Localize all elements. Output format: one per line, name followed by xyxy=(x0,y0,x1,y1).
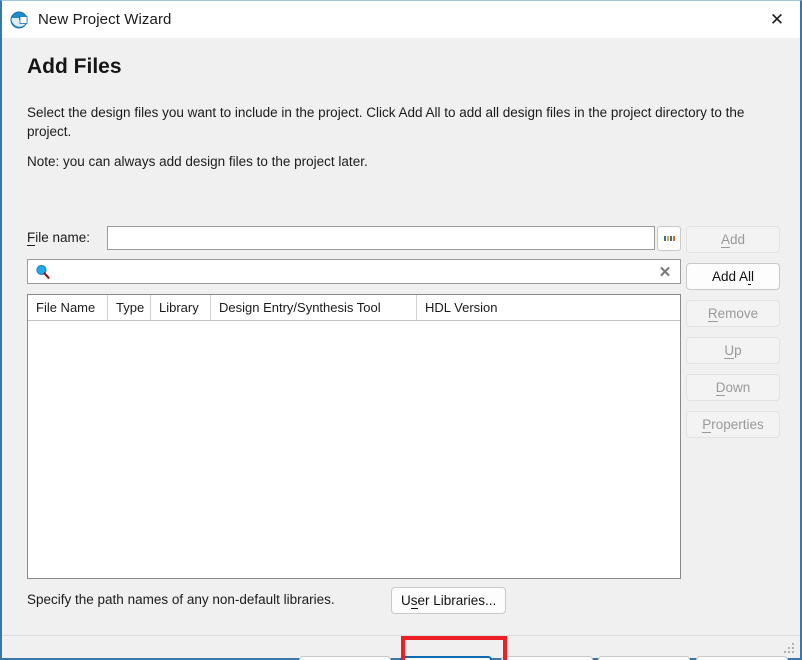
file-name-label-mnemonic: F xyxy=(27,230,36,246)
description-paragraph-1: Select the design files you want to incl… xyxy=(27,105,745,139)
back-button[interactable]: < Back xyxy=(299,656,391,660)
mnemonic-underline: D xyxy=(715,379,726,396)
up-button: Up xyxy=(686,337,780,364)
title-bar: New Project Wizard ✕ xyxy=(2,1,800,38)
new-project-wizard-window: New Project Wizard ✕ Add Files Select th… xyxy=(0,0,802,660)
table-column-header[interactable]: Type xyxy=(108,295,151,320)
user-libraries-mnemonic: s xyxy=(410,592,418,609)
next-button[interactable]: Next > xyxy=(400,656,492,660)
globe-icon xyxy=(10,10,30,30)
close-icon[interactable]: ✕ xyxy=(754,1,800,38)
mnemonic-underline: P xyxy=(702,416,712,433)
clear-icon[interactable]: ✕ xyxy=(652,260,678,283)
table-column-header[interactable]: Library xyxy=(151,295,211,320)
description-paragraph-2: Note: you can always add design files to… xyxy=(27,154,368,169)
file-name-label: File name: xyxy=(27,230,91,246)
mnemonic-underline: R xyxy=(707,305,718,322)
mnemonic-underline: A xyxy=(720,231,730,248)
search-icon xyxy=(35,264,51,280)
table-body[interactable] xyxy=(28,321,680,578)
properties-button: Properties xyxy=(686,411,780,438)
table-column-header[interactable]: Design Entry/Synthesis Tool xyxy=(211,295,417,320)
design-files-table: File Name Type Library Design Entry/Synthes… xyxy=(27,294,681,579)
user-libraries-button[interactable]: Us er Libraries... xyxy=(391,587,507,614)
page-title: Add Files xyxy=(27,55,122,78)
add-button: Add xyxy=(686,226,780,253)
down-button: Down xyxy=(686,374,780,401)
file-filter-search-box[interactable]: ✕ xyxy=(27,259,681,284)
mnemonic-underline: U xyxy=(724,342,735,359)
window-title: New Project Wizard xyxy=(38,11,172,28)
mnemonic-underline: l xyxy=(748,268,752,285)
table-column-header[interactable]: HDL Version xyxy=(417,295,513,320)
help-button[interactable]: Help xyxy=(696,656,788,660)
browse-files-button[interactable] xyxy=(657,226,681,251)
cancel-button[interactable]: Cancel xyxy=(598,656,690,660)
remove-button: Remove xyxy=(686,300,780,327)
table-column-header[interactable]: File Name xyxy=(28,295,108,320)
footer-divider xyxy=(2,635,800,636)
resize-grip[interactable] xyxy=(783,642,795,654)
table-header-row: File Name Type Library Design Entry/Synthes… xyxy=(28,295,680,321)
dialog-content: Add Files Select the design files you wa… xyxy=(2,38,800,660)
search-input[interactable] xyxy=(55,263,652,280)
file-name-input[interactable] xyxy=(107,226,655,250)
finish-button[interactable]: Finish xyxy=(501,656,593,660)
add-all-button[interactable]: Add All xyxy=(686,263,780,290)
ellipsis-icon xyxy=(663,236,675,241)
user-libraries-hint: Specify the path names of any non-defaul… xyxy=(27,592,335,607)
